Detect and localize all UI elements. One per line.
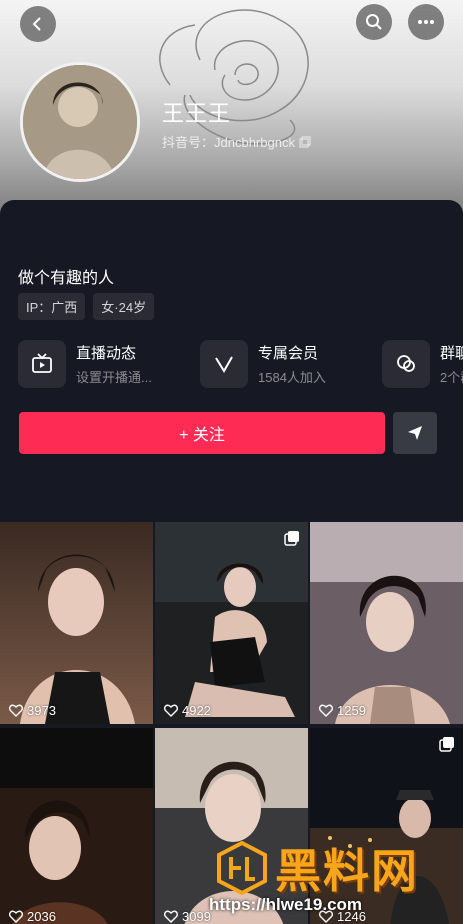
bio-text: 做个有趣的人	[18, 270, 115, 287]
heart-icon	[164, 910, 178, 923]
more-dots-icon	[418, 20, 434, 24]
heart-icon	[164, 704, 178, 717]
back-button[interactable]	[20, 6, 56, 42]
share-button[interactable]	[393, 412, 437, 454]
heart-icon	[319, 704, 333, 717]
copy-icon[interactable]	[299, 136, 311, 148]
gender-age-tag: 女·24岁	[93, 293, 155, 320]
avatar[interactable]	[20, 62, 140, 182]
tv-icon	[32, 353, 52, 373]
douyin-id-text: 抖音号：Jdncbhrbgnck	[162, 135, 295, 150]
feature-group-subtitle: 2个群	[440, 370, 463, 385]
search-icon	[366, 14, 382, 30]
heart-icon	[9, 910, 23, 923]
watermark-url: https://hlwe19.com	[209, 895, 363, 914]
feature-live-title: 直播动态	[76, 345, 137, 362]
watermark-logo-icon	[217, 841, 267, 895]
multi-image-icon	[439, 737, 454, 752]
douyin-id[interactable]: 抖音号：Jdncbhrbgnck	[162, 132, 311, 151]
watermark-brand: 黑料网	[275, 845, 419, 897]
feature-row: 直播动态 设置开播通... 专属会员 1584人加入 群聊 2个群	[18, 340, 463, 388]
feature-membership[interactable]: 专属会员 1584人加入	[200, 340, 382, 388]
send-icon	[408, 426, 422, 440]
post-tile[interactable]: 1259	[310, 522, 463, 724]
post-tile[interactable]: 4922	[155, 522, 308, 724]
like-count: 3973	[27, 703, 56, 718]
search-button[interactable]	[356, 4, 392, 40]
feature-group-title: 群聊	[440, 345, 463, 362]
chat-icon	[397, 355, 415, 372]
post-tile[interactable]: 3973	[0, 522, 153, 724]
profile-tags: IP：广西 女·24岁	[18, 293, 155, 320]
username: 王王王	[162, 101, 232, 126]
feature-group-chat[interactable]: 群聊 2个群	[382, 340, 463, 388]
like-count: 1259	[337, 703, 366, 718]
follow-button[interactable]: + 关注	[19, 412, 385, 454]
v-icon	[215, 356, 233, 373]
watermark: 黑料网 https://hlwe19.com	[205, 835, 463, 924]
profile-panel: 做个有趣的人 IP：广西 女·24岁 直播动态 设置开播通... 专属会员 15…	[0, 200, 463, 530]
post-thumbnail	[155, 522, 308, 724]
like-count: 2036	[27, 909, 56, 924]
ip-tag: IP：广西	[18, 293, 86, 320]
multi-image-icon	[284, 531, 299, 546]
feature-membership-subtitle: 1584人加入	[258, 370, 326, 385]
follow-label: + 关注	[179, 427, 225, 444]
feature-live[interactable]: 直播动态 设置开播通...	[18, 340, 200, 388]
avatar-image	[23, 65, 137, 179]
more-button[interactable]	[408, 4, 444, 40]
post-tile[interactable]: 2036	[0, 728, 153, 924]
like-count: 4922	[182, 703, 211, 718]
heart-icon	[9, 704, 23, 717]
post-thumbnail	[0, 728, 153, 924]
chevron-left-icon	[32, 17, 41, 31]
feature-live-subtitle: 设置开播通...	[76, 370, 152, 385]
post-thumbnail	[310, 522, 463, 724]
profile-header: 王王王 抖音号：Jdncbhrbgnck	[0, 0, 463, 215]
feature-membership-title: 专属会员	[258, 345, 319, 362]
post-thumbnail	[0, 522, 153, 724]
